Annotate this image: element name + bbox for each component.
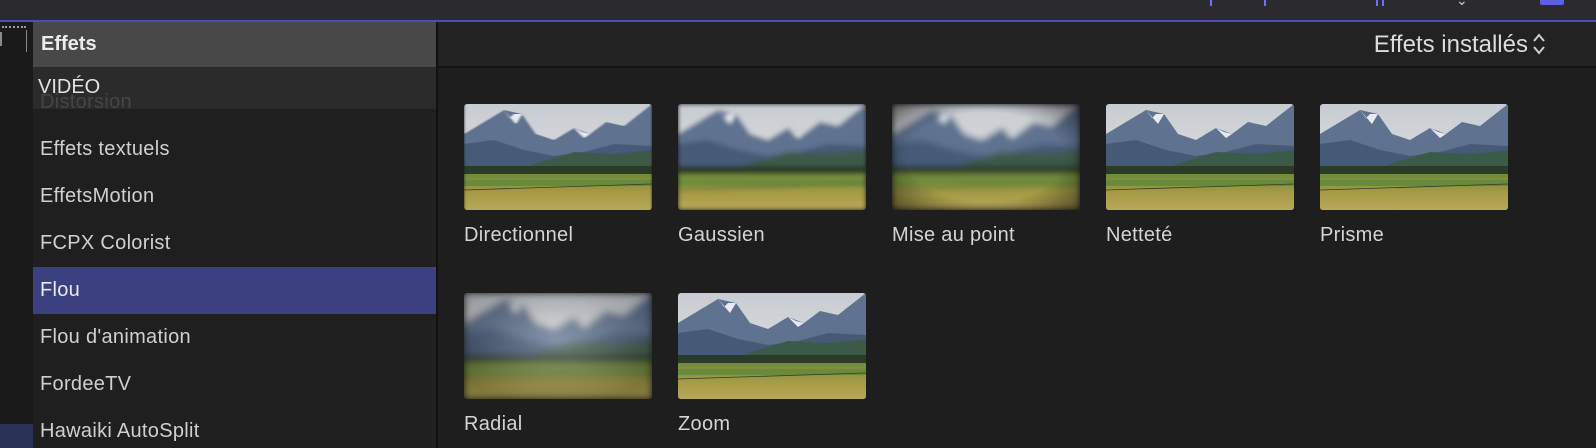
effect-card[interactable]: Mise au point	[892, 104, 1080, 246]
sidebar-item[interactable]: Flou	[33, 267, 436, 314]
effect-card[interactable]: Netteté	[1106, 104, 1294, 246]
effect-card[interactable]: Gaussien	[678, 104, 866, 246]
toolbar-tick	[1382, 0, 1384, 6]
effect-card[interactable]: Zoom	[678, 293, 866, 435]
effect-card[interactable]: Radial	[464, 293, 652, 435]
effect-thumbnail[interactable]	[892, 104, 1080, 210]
sidebar-item[interactable]: EffetsMotion	[33, 173, 436, 220]
up-down-chevron-icon[interactable]	[1532, 31, 1546, 57]
effect-name: Prisme	[1320, 224, 1385, 246]
sidebar-item[interactable]: FCPX Colorist	[33, 220, 436, 267]
category-list: DistorsionEffets textuelsEffetsMotionFCP…	[33, 79, 436, 448]
divider	[26, 30, 27, 52]
effect-name: Netteté	[1106, 224, 1173, 246]
effects-sidebar: DistorsionEffets textuelsEffetsMotionFCP…	[33, 22, 438, 448]
effect-name: Gaussien	[678, 224, 765, 246]
effect-thumbnail[interactable]	[1106, 104, 1294, 210]
effect-thumbnail[interactable]	[1320, 104, 1508, 210]
effect-thumbnail[interactable]	[464, 293, 652, 399]
section-title: VIDÉO	[38, 76, 101, 98]
sidebar-item[interactable]: Hawaiki AutoSplit	[33, 408, 436, 448]
section-header-video: VIDÉO	[33, 68, 436, 109]
sidebar-item[interactable]: Flou d'animation	[33, 314, 436, 361]
installed-effects-popup[interactable]: Effets installés	[1374, 31, 1528, 59]
divider	[0, 32, 2, 46]
effect-thumbnail[interactable]	[678, 293, 866, 399]
effect-card[interactable]: Prisme	[1320, 104, 1508, 246]
view-toggle-icon[interactable]	[1540, 0, 1564, 5]
top-toolbar: ⌄	[0, 0, 1596, 22]
toolbar-tick	[1376, 0, 1378, 6]
toolbar-tick	[1264, 0, 1266, 6]
toolbar-tick	[1210, 0, 1212, 6]
sidebar-title: Effets	[41, 33, 97, 55]
effect-card[interactable]: Directionnel	[464, 104, 652, 246]
chevron-down-icon[interactable]: ⌄	[1456, 0, 1468, 9]
effects-browser: Effets installés Directionnel Gaussien M…	[438, 22, 1596, 448]
sidebar-header: Effets	[33, 22, 436, 68]
left-pane-strip	[0, 22, 34, 448]
sidebar-item[interactable]: FordeeTV	[33, 361, 436, 408]
browser-header: Effets installés	[438, 22, 1596, 68]
effect-thumbnail[interactable]	[464, 104, 652, 210]
effect-thumbnail[interactable]	[678, 104, 866, 210]
effect-name: Directionnel	[464, 224, 574, 246]
sidebar-item[interactable]: Effets textuels	[33, 126, 436, 173]
selected-row-indicator	[0, 424, 33, 448]
effect-name: Zoom	[678, 413, 731, 435]
drag-handle-icon[interactable]	[2, 26, 26, 32]
effect-name: Radial	[464, 413, 523, 435]
effect-name: Mise au point	[892, 224, 1015, 246]
